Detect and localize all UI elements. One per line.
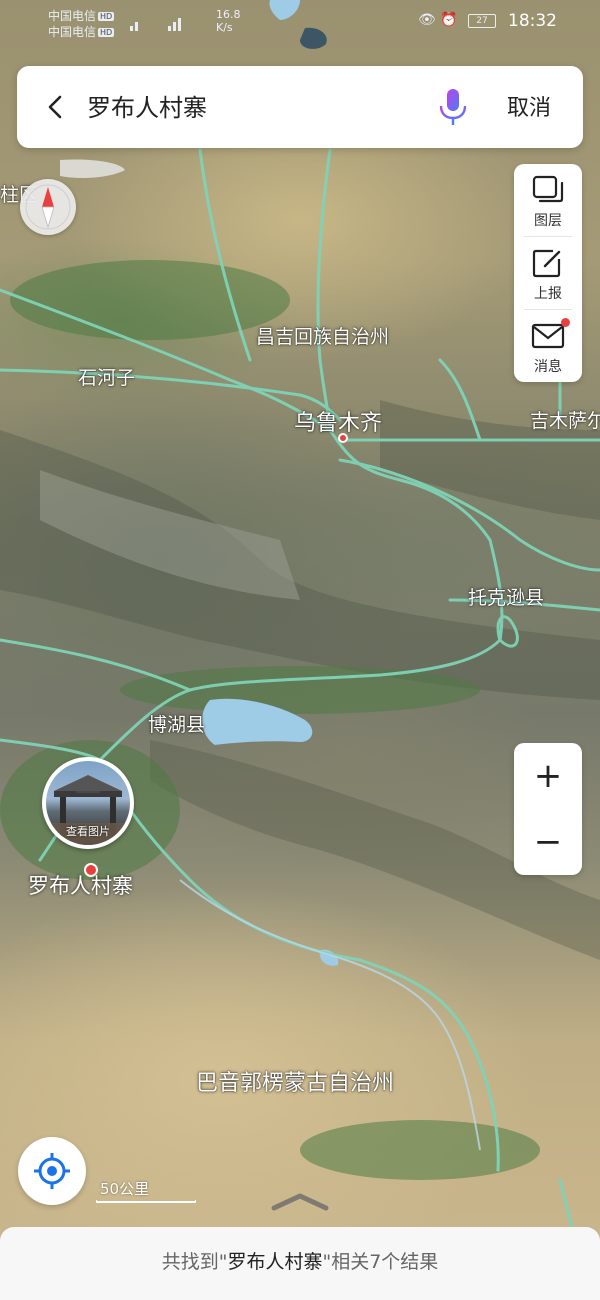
network-speed: 16.8 K/s: [216, 8, 241, 34]
eye-icon: 👁: [418, 12, 436, 28]
satellite-map[interactable]: [0, 0, 600, 1300]
map-label-urumqi[interactable]: 乌鲁木齐: [294, 405, 382, 437]
chevron-left-icon: [48, 95, 62, 119]
map-label-changji[interactable]: 昌吉回族自治州: [256, 322, 389, 349]
layers-icon: [532, 175, 564, 203]
report-label: 上报: [534, 286, 562, 302]
locate-icon: [34, 1153, 70, 1189]
zoom-in-button[interactable]: +: [514, 743, 582, 809]
carrier-2: 中国电信 HD: [48, 25, 115, 39]
carrier-1: 中国电信 HD: [48, 9, 115, 23]
river: [179, 879, 481, 1151]
signal-icon: [130, 18, 181, 31]
poi-name-label[interactable]: 罗布人村寨: [28, 870, 133, 900]
map-screen: 柱区 昌吉回族自治州 石河子 乌鲁木齐 吉木萨尔 托克逊县 博湖县 巴音郭楞蒙古…: [0, 0, 600, 1300]
status-bar: 中国电信 HD 中国电信 HD 16.8 K/s 👁 ⏰ 27 18:32: [0, 0, 600, 44]
map-label-toksun[interactable]: 托克逊县: [468, 583, 544, 610]
notification-dot: [561, 318, 570, 327]
status-icons: 👁 ⏰: [418, 12, 458, 28]
search-bar[interactable]: 罗布人村寨 取消: [17, 66, 583, 148]
battery-icon: 27: [468, 14, 496, 28]
messages-button[interactable]: 消息: [514, 310, 582, 382]
map-tool-panel: 图层 上报 消息: [514, 164, 582, 382]
search-input[interactable]: 罗布人村寨: [87, 88, 207, 123]
cancel-button[interactable]: 取消: [507, 90, 551, 122]
chevron-up-icon[interactable]: [270, 1190, 330, 1214]
alarm-icon: ⏰: [440, 12, 458, 28]
results-sheet[interactable]: 共找到"罗布人村寨"相关7个结果: [0, 1227, 600, 1300]
messages-label: 消息: [534, 359, 562, 375]
scale-bar: [96, 1200, 196, 1203]
report-button[interactable]: 上报: [514, 237, 582, 309]
map-label-shihezi[interactable]: 石河子: [78, 363, 135, 390]
scale-label: 50公里: [100, 1180, 150, 1198]
view-photo-label: 查看图片: [66, 825, 110, 838]
poi-photo-thumbnail[interactable]: 查看图片: [42, 757, 134, 849]
clock: 18:32: [508, 11, 557, 31]
microphone-icon: [439, 89, 467, 125]
zoom-out-button[interactable]: −: [514, 809, 582, 875]
layers-button[interactable]: 图层: [514, 164, 582, 236]
result-summary: 共找到"罗布人村寨"相关7个结果: [161, 1251, 439, 1273]
voice-search-button[interactable]: [435, 86, 471, 128]
mail-icon: [531, 323, 565, 349]
compass-icon: [25, 184, 71, 230]
layers-label: 图层: [534, 213, 562, 229]
map-label-bohu[interactable]: 博湖县: [148, 710, 205, 737]
salt-flat: [60, 159, 125, 178]
my-location-button[interactable]: [18, 1137, 86, 1205]
compass-button[interactable]: [20, 179, 76, 235]
edit-report-icon: [532, 249, 561, 278]
poi-photo-marker[interactable]: 查看图片: [42, 757, 134, 849]
map-label-bayingolin[interactable]: 巴音郭楞蒙古自治州: [196, 1065, 394, 1097]
map-label-jimsar[interactable]: 吉木萨尔: [530, 406, 600, 433]
zoom-control: + −: [514, 743, 582, 875]
back-button[interactable]: [39, 90, 73, 124]
